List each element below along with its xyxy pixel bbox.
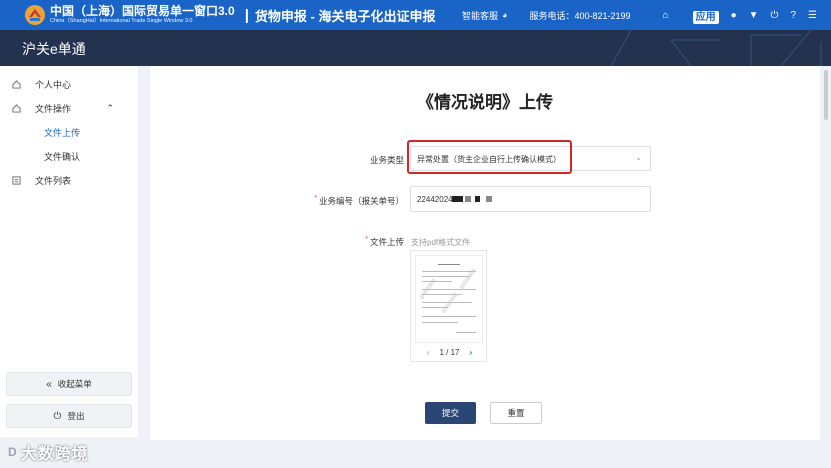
system-title: 货物申报 - 海关电子化出证申报	[254, 8, 436, 24]
brand-name-en: China（ShangHai）International Trade Singl…	[50, 18, 193, 25]
apps-badge-label: 应用	[692, 10, 719, 24]
redaction-block	[475, 196, 480, 202]
logout-button[interactable]: ⏻ 登出	[6, 404, 132, 428]
single-window-logo	[24, 4, 46, 26]
redaction-block	[465, 196, 471, 202]
business-no-label: * 业务编号（报关单号）	[314, 195, 404, 207]
watermark-text: 大数跨境	[20, 446, 89, 463]
power-icon: ⏻	[53, 410, 62, 422]
sidebar-item-file-confirm[interactable]: 文件确认	[0, 145, 138, 167]
smart-service-label: 智能客服	[462, 10, 499, 21]
sidebar-item-label: 文件上传	[44, 127, 81, 138]
required-mark: *	[365, 236, 368, 243]
prev-page-icon[interactable]: ‹	[427, 348, 430, 357]
doc-watermark-mark: ▤▤▤▤▤	[440, 291, 460, 315]
watermark: D 大数跨境	[8, 441, 89, 463]
pdf-page-thumbnail: ▤▤▤▤▤ ▤▤▤▤▤ ▤▤▤▤▤	[415, 255, 483, 343]
help-icon[interactable]: ?	[790, 10, 796, 21]
app-banner: 沪关e单通	[0, 30, 831, 66]
banner-decoration	[610, 30, 822, 66]
sidebar-item-label: 文件确认	[44, 151, 81, 162]
top-header: 中国（上海）国际贸易单一窗口3.0 China（ShangHai）Interna…	[0, 0, 831, 30]
sidebar-item-file-list[interactable]: 文件列表	[0, 169, 138, 191]
submit-button[interactable]: 提交	[425, 402, 476, 424]
watermark-logo: D	[8, 445, 17, 459]
file-upload-label: * 文件上传	[365, 236, 404, 248]
page-indicator: 1 / 17	[439, 348, 460, 357]
chevron-down-icon: ⌄	[635, 153, 642, 162]
list-icon	[12, 175, 21, 185]
header-icon-group: ⌂ 应用 ● ▼ ⏻ ? ☰	[651, 8, 817, 24]
business-no-label-text: 业务编号（报关单号）	[318, 196, 404, 206]
chevron-up-icon: ⌃	[106, 103, 114, 113]
sidebar-item-personal-center[interactable]: 个人中心	[0, 73, 138, 95]
home-outline-icon	[12, 103, 21, 113]
scrollbar-thumb[interactable]	[824, 70, 828, 120]
brand: 中国（上海）国际贸易单一窗口3.0 China（ShangHai）Interna…	[50, 5, 235, 25]
business-no-input[interactable]: 22442024	[410, 186, 651, 212]
service-phone: 服务电话：400-821-2199	[529, 10, 631, 21]
collapse-menu-button[interactable]: « 收起菜单	[6, 372, 132, 396]
business-type-label: 业务类型	[370, 154, 404, 166]
reset-button[interactable]: 重置	[490, 402, 542, 424]
menu-icon[interactable]: ☰	[808, 10, 817, 21]
annotation-highlight-box	[407, 140, 572, 174]
chat-bot-icon: ◕	[502, 10, 508, 20]
logout-label: 登出	[67, 411, 85, 421]
home-outline-icon	[12, 79, 21, 89]
sidebar: 个人中心 文件操作 ⌃ 文件上传 文件确认 文件列表 « 收起菜单 ⏻ 登出	[0, 66, 138, 437]
app-title: 沪关e单通	[22, 41, 86, 57]
title-divider: |	[244, 6, 249, 24]
file-upload-label-text: 文件上传	[369, 237, 404, 247]
redaction-block	[452, 196, 463, 202]
apps-badge[interactable]: 应用	[681, 8, 719, 24]
collapse-menu-label: 收起菜单	[57, 379, 92, 389]
pdf-pager: ‹ 1 / 17 ›	[411, 348, 488, 357]
double-chevron-left-icon: «	[46, 378, 52, 390]
sidebar-item-file-upload[interactable]: 文件上传	[0, 121, 138, 143]
sidebar-item-label: 个人中心	[35, 79, 72, 90]
sidebar-item-label: 文件操作	[35, 103, 72, 114]
user-icon[interactable]: ●	[731, 10, 737, 21]
home-icon[interactable]: ⌂	[663, 10, 669, 21]
sidebar-item-label: 文件列表	[35, 175, 72, 186]
shirt-icon[interactable]: ▼	[749, 10, 759, 21]
main-content: 《情况说明》上传 业务类型 异常处置（货主企业自行上传确认模式） ⌄ * 业务编号…	[150, 66, 820, 440]
redaction-block	[486, 196, 492, 202]
brand-name-cn: 中国（上海）国际贸易单一窗口3.0	[50, 4, 235, 19]
sidebar-item-file-ops[interactable]: 文件操作 ⌃	[0, 97, 138, 119]
page-title: 《情况说明》上传	[417, 93, 553, 112]
next-page-icon[interactable]: ›	[470, 348, 473, 357]
business-type-label-text: 业务类型	[369, 155, 404, 165]
business-no-value: 22442024	[417, 195, 453, 204]
file-format-hint: 支持pdf格式文件	[411, 238, 471, 247]
power-icon[interactable]: ⏻	[771, 10, 779, 21]
header-tools: 智能客服 ◕ 服务电话：400-821-2199 ⌂ 应用 ● ▼ ⏻ ? ☰	[462, 0, 817, 30]
smart-service-link[interactable]: 智能客服 ◕	[462, 9, 507, 22]
pdf-preview[interactable]: ▤▤▤▤▤ ▤▤▤▤▤ ▤▤▤▤▤ ‹ 1 / 17 ›	[410, 250, 487, 362]
required-mark: *	[314, 195, 317, 202]
scrollbar-track[interactable]	[820, 66, 831, 440]
